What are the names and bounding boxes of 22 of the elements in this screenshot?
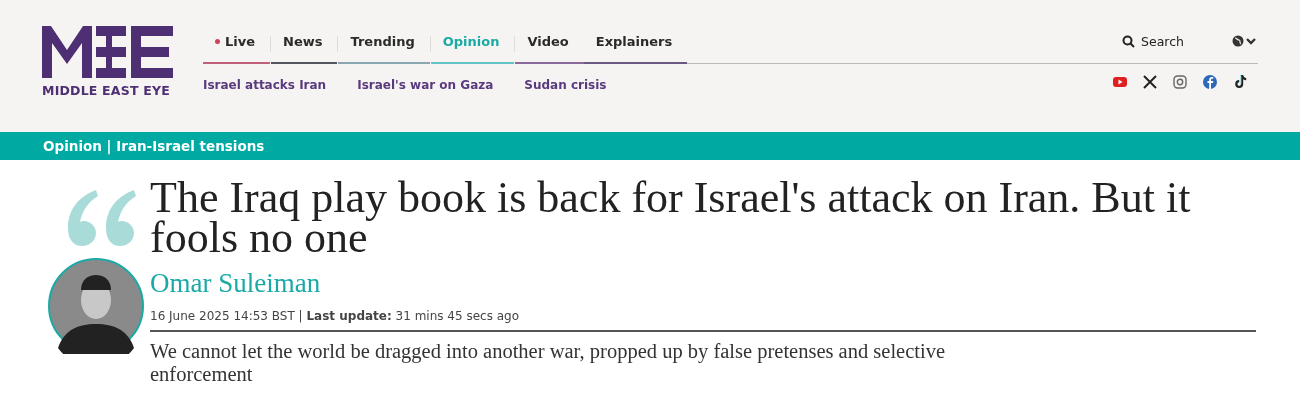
topic-link[interactable]: Israel's war on Gaza [357, 78, 494, 92]
nav-link[interactable]: Trending [338, 34, 430, 64]
x-icon[interactable] [1142, 74, 1158, 90]
topic-link[interactable]: Israel attacks Iran [203, 78, 327, 92]
search-icon [1122, 35, 1136, 48]
article-meta: 16 June 2025 14:53 BST | Last update: 31 mins 45 secs ago [150, 309, 1256, 332]
search-button[interactable]: Search [1122, 34, 1184, 49]
quote-mark-icon [66, 190, 136, 248]
camera-icon[interactable] [1172, 74, 1188, 90]
nav-link[interactable]: Explainers [583, 34, 688, 64]
language-button[interactable] [1232, 34, 1258, 48]
logo-icon[interactable] [42, 26, 173, 78]
logo-wordmark: MIDDLE EAST EYE [42, 83, 171, 98]
facebook-icon[interactable] [1202, 74, 1218, 90]
article-headline: The Iraq play book is back for Israel's attack on Iran. But it fools no one [150, 178, 1192, 258]
live-dot-icon [215, 39, 220, 44]
music-note-icon[interactable] [1232, 74, 1248, 90]
nav-link[interactable]: Live [203, 34, 271, 64]
article-standfirst: We cannot let the world be dragged into another war, propped up by false pretenses and selective enforcement [150, 340, 947, 386]
video-play-icon[interactable] [1112, 74, 1128, 90]
nav-link[interactable]: Video [515, 34, 584, 64]
topic-link[interactable]: Sudan crisis [524, 78, 607, 92]
